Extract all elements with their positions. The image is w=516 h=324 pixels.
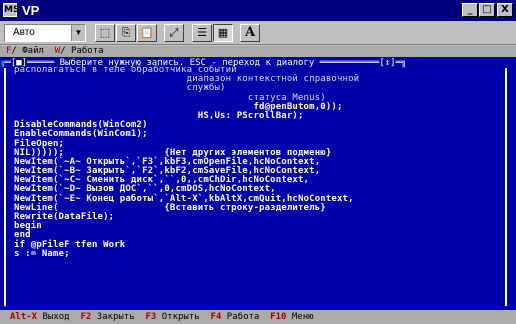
status-label: Закрыть [91,312,135,322]
paste-icon[interactable]: 📋 [137,24,157,42]
font-icon[interactable]: A [240,24,260,42]
menu-item-work[interactable]: W/ Работа [55,46,104,56]
menu-item-file[interactable]: F/ Файл [6,46,44,56]
console-screen[interactable]: F/ Файл W/ Работа ╔═[■]═════ Выберите ну… [0,46,516,324]
status-item-open[interactable]: F3 Открыть [146,312,200,322]
title-bar[interactable]: MS VP _ □ X [0,0,516,21]
dialog-frame-right [505,68,507,306]
status-key: Alt-X [10,312,38,322]
copy-icon[interactable]: ⎘ [116,24,136,42]
code-line: if @pFileF tfen Work [14,239,126,250]
font-size-select[interactable]: Авто ▼ [4,24,86,42]
code-line: begin [14,221,42,232]
status-item-close[interactable]: F2 Закрыть [80,312,134,322]
status-key: F10 [270,312,287,322]
status-key: F4 [210,312,222,322]
status-item-exit[interactable]: Alt-X Выход [10,312,70,322]
console-window: MS VP _ □ X Авто ▼ ⬚ ⎘ 📋 ⤢ ☰ ▦ A F/ Файл… [0,0,516,324]
background-icon[interactable]: ▦ [213,24,233,42]
code-listing[interactable]: располагаться в теле обработчика событий… [14,65,504,259]
status-label: Выход [37,312,70,322]
properties-icon[interactable]: ☰ [192,24,212,42]
status-key: F2 [80,312,92,322]
code-line: Rewrite(DataFile); [14,212,115,222]
status-bar: Alt-X Выход F2 Закрыть F3 Открыть F4 Раб… [0,310,516,324]
chevron-down-icon[interactable]: ▼ [71,25,85,41]
status-label: Меню [286,312,314,322]
window-title: VP [22,3,40,18]
dialog-frame-left [4,68,6,306]
code-line: EnableCommands(WinCom1); [14,129,148,140]
code-line: s := Name; [14,248,70,259]
maximize-button[interactable]: □ [479,3,495,17]
menu-label: / Файл [11,46,44,56]
status-label: Открыть [156,312,200,322]
status-item-work[interactable]: F4 Работа [211,312,260,322]
menu-label: / Работа [60,46,104,56]
status-item-menu[interactable]: F10 Меню [270,312,313,322]
minimize-button[interactable]: _ [462,3,478,17]
fullscreen-icon[interactable]: ⤢ [164,24,184,42]
close-button[interactable]: X [497,3,513,17]
mark-icon[interactable]: ⬚ [95,24,115,42]
status-key: F3 [145,312,157,322]
status-label: Работа [221,312,260,322]
toolbar: Авто ▼ ⬚ ⎘ 📋 ⤢ ☰ ▦ A [0,21,516,45]
app-icon[interactable]: MS [3,3,19,17]
font-size-value: Авто [13,27,35,38]
menu-bar: F/ Файл W/ Работа [0,46,516,57]
